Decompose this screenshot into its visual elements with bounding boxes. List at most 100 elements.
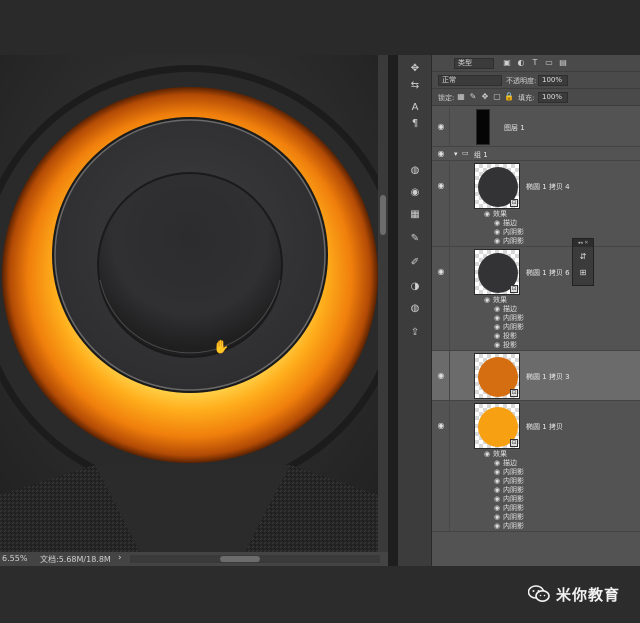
lock-artboard-icon[interactable]: ▢ (492, 92, 502, 102)
visibility-eye-icon[interactable]: ◉ (436, 267, 446, 277)
layer-row[interactable]: ◉ ⊡ 椭圆 1 拷贝 6 ◉ 效果 ◉ 描边 ◉ 内阴影 ◉ 内阴影 ◉ 投影 ◉ 投影 (432, 247, 640, 351)
effect-label: 内阴影 (503, 228, 524, 236)
properties-icon[interactable]: ⇵ (577, 251, 589, 263)
mini-panel-header[interactable]: ◂◂ ✕ (573, 239, 593, 247)
adjustments-icon[interactable]: ⊞ (577, 267, 589, 279)
type-filter-icon[interactable]: T (530, 58, 540, 68)
effect-label: 内阴影 (503, 513, 524, 521)
visibility-eye-icon[interactable]: ◉ (436, 371, 446, 381)
effect-visibility-icon[interactable]: ◉ (484, 450, 493, 458)
canvas-horizontal-scroll-thumb[interactable] (220, 556, 260, 562)
layer-name: 椭圆 1 拷贝 4 (526, 183, 570, 191)
canvas-vertical-scrollbar[interactable] (378, 55, 388, 552)
effect-label: 内阴影 (503, 314, 524, 322)
status-menu-arrow[interactable]: › (118, 553, 122, 563)
canvas-vertical-scroll-thumb[interactable] (380, 195, 386, 235)
adjust-filter-icon[interactable]: ◐ (516, 58, 526, 68)
effect-visibility-icon[interactable]: ◉ (494, 513, 503, 521)
effect-label: 投影 (503, 341, 517, 349)
fill-label: 填充: (518, 94, 535, 102)
opacity-input[interactable]: 100% (538, 75, 568, 86)
adjust-icon[interactable]: ⇆ (407, 78, 423, 94)
panel-toolstrip: ✥ ⇆ A ¶ ◍ ◉ ▦ ✎ ✐ ◑ ◍ ⇪ (398, 55, 432, 566)
canvas[interactable] (0, 55, 378, 552)
brush-icon[interactable]: ✎ (407, 231, 423, 247)
visibility-column (432, 247, 450, 350)
mask-icon[interactable]: ◍ (407, 301, 423, 317)
effect-visibility-icon[interactable]: ◉ (494, 332, 503, 340)
group-expand-icon[interactable]: ▾ (454, 150, 458, 158)
effect-visibility-icon[interactable]: ◉ (494, 477, 503, 485)
effect-visibility-icon[interactable]: ◉ (494, 323, 503, 331)
visibility-eye-icon[interactable]: ◉ (436, 122, 446, 132)
effect-visibility-icon[interactable]: ◉ (494, 237, 503, 245)
effect-visibility-icon[interactable]: ◉ (494, 522, 503, 530)
effect-item[interactable]: ◉ 内阴影 (494, 236, 524, 246)
effect-label: 内阴影 (503, 477, 524, 485)
swatch-icon[interactable]: ◍ (407, 163, 423, 179)
smart-filter-icon[interactable]: ▤ (558, 58, 568, 68)
layer-name: 图层 1 (504, 124, 525, 132)
effect-item[interactable]: ◉ 投影 (494, 340, 517, 350)
effect-visibility-icon[interactable]: ◉ (494, 495, 503, 503)
effect-label: 描边 (503, 305, 517, 313)
effect-visibility-icon[interactable]: ◉ (484, 210, 493, 218)
effect-visibility-icon[interactable]: ◉ (494, 468, 503, 476)
type-icon[interactable]: A (407, 100, 423, 116)
lock-pixels-icon[interactable]: ✎ (468, 92, 478, 102)
layer-row[interactable]: ◉ ⊡ 椭圆 1 拷贝 4 ◉ 效果 ◉ 描边 ◉ 内阴影 ◉ 内阴影 (432, 161, 640, 247)
lock-position-icon[interactable]: ✥ (480, 92, 490, 102)
lock-fill-row: 锁定: ▦ ✎ ✥ ▢ 🔒 填充: 100% (432, 89, 640, 106)
visibility-eye-icon[interactable]: ◉ (436, 181, 446, 191)
effect-label: 内阴影 (503, 495, 524, 503)
shape-filter-icon[interactable]: ▭ (544, 58, 554, 68)
paragraph-icon[interactable]: ¶ (407, 116, 423, 132)
canvas-artwork (0, 55, 378, 552)
layer-group-row[interactable]: ◉ ▾ ▭ 组 1 (432, 147, 640, 161)
layer-row[interactable]: ◉ ⊡ 椭圆 1 拷贝 3 (432, 351, 640, 401)
style-icon[interactable]: ▦ (407, 207, 423, 223)
clone-icon[interactable]: ✐ (407, 255, 423, 271)
effect-visibility-icon[interactable]: ◉ (494, 219, 503, 227)
lock-all-icon[interactable]: 🔒 (504, 92, 514, 102)
document-size: 文档:5.68M/18.8M (40, 555, 111, 564)
layer-thumbnail[interactable]: ⊡ (474, 353, 520, 399)
effect-visibility-icon[interactable]: ◉ (494, 305, 503, 313)
window-top-backdrop (0, 0, 640, 55)
floating-mini-panel[interactable]: ◂◂ ✕ ⇵ ⊞ (572, 238, 594, 286)
effect-visibility-icon[interactable]: ◉ (494, 459, 503, 467)
effect-visibility-icon[interactable]: ◉ (494, 228, 503, 236)
move-icon[interactable]: ✥ (407, 61, 423, 77)
circle-half-icon[interactable]: ◑ (407, 279, 423, 295)
document-canvas-area[interactable]: 6.55% 文档:5.68M/18.8M › (0, 55, 388, 566)
fill-input[interactable]: 100% (538, 92, 568, 103)
color-icon[interactable]: ◉ (407, 185, 423, 201)
visibility-eye-icon[interactable]: ◉ (436, 149, 446, 159)
layer-thumbnail[interactable]: ⊡ (474, 163, 520, 209)
layer-row[interactable]: ◉ ⊡ 椭圆 1 拷贝 ◉ 效果 ◉ 描边 ◉ 内阴影 ◉ 内阴影 ◉ 内阴影 ◉ 内阴影 ◉ 内阴影 ◉ 内阴影 ◉… (432, 401, 640, 532)
canvas-horizontal-scrollbar[interactable] (130, 555, 380, 563)
hand-cursor-icon: ✋ (213, 340, 230, 355)
status-bar: 6.55% 文档:5.68M/18.8M › (0, 552, 388, 566)
layer-thumbnail[interactable]: ⊡ (474, 249, 520, 295)
export-icon[interactable]: ⇪ (407, 325, 423, 341)
effect-visibility-icon[interactable]: ◉ (494, 486, 503, 494)
effect-visibility-icon[interactable]: ◉ (494, 341, 503, 349)
pixel-filter-icon[interactable]: ▣ (502, 58, 512, 68)
effect-visibility-icon[interactable]: ◉ (494, 504, 503, 512)
kind-filter-select[interactable]: 类型 (454, 58, 494, 69)
lock-transparent-icon[interactable]: ▦ (456, 92, 466, 102)
effect-label: 内阴影 (503, 323, 524, 331)
effect-visibility-icon[interactable]: ◉ (484, 296, 493, 304)
panel-divider (388, 55, 398, 566)
zoom-level[interactable]: 6.55% (2, 554, 27, 563)
layer-thumbnail[interactable] (476, 109, 490, 145)
effect-item[interactable]: ◉ 内阴影 (494, 521, 524, 531)
layer-thumbnail[interactable]: ⊡ (474, 403, 520, 449)
layer-row[interactable]: ◉ 图层 1 (432, 107, 640, 147)
blend-mode-select[interactable]: 正常 (438, 75, 502, 86)
visibility-eye-icon[interactable]: ◉ (436, 421, 446, 431)
smart-object-badge-icon: ⊡ (510, 389, 518, 397)
effect-label: 内阴影 (503, 522, 524, 530)
effect-visibility-icon[interactable]: ◉ (494, 314, 503, 322)
